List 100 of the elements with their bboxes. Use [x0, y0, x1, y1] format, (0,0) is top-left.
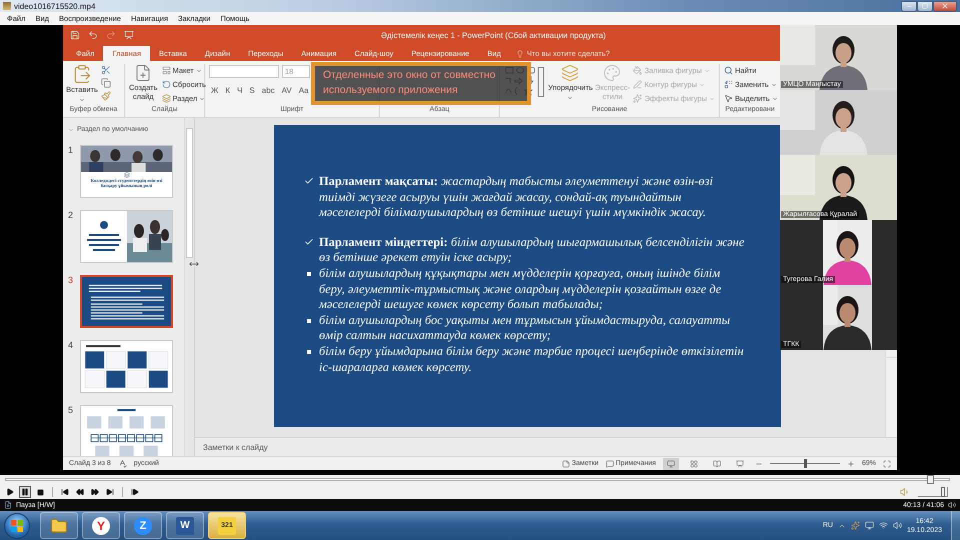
caret-icon [698, 82, 705, 88]
slide-number: 5 [68, 405, 74, 417]
taskbar-app-button[interactable]: Y [82, 512, 120, 539]
seek-thumb[interactable] [927, 475, 934, 484]
network-icon[interactable] [864, 521, 874, 530]
frame-step-button[interactable] [129, 486, 141, 498]
square-icon [36, 488, 44, 496]
window-title: video1016715520.mp4 [14, 2, 96, 10]
skip-back-icon [61, 488, 69, 496]
caret-icon [770, 82, 777, 88]
check-icon [304, 236, 314, 247]
bullet-text: білім беру ұйымдарына білім беру және тәрбие процесі шеңберінде өткізілетін іс-шараларға көмек көрсету. [319, 344, 745, 376]
slider-thumb[interactable] [804, 459, 807, 468]
pause-icon [21, 488, 29, 496]
volume-slider[interactable] [918, 487, 948, 497]
overlay-message: Отделенные это окно от совместно используемого приложения [323, 68, 496, 98]
taskbar-app-button[interactable]: W [166, 512, 204, 539]
format-button[interactable]: AV [280, 84, 294, 96]
bullet-text: Парламент міндеттері: білім алушылардың шығармашылық белсенділігін және өз бетінше әрекет етуін іске асыру; [319, 234, 745, 266]
search-icon [724, 66, 733, 75]
layers-icon [561, 64, 580, 82]
caret-icon [196, 68, 202, 74]
slide-number: 1 [68, 145, 74, 157]
save-icon[interactable] [70, 30, 80, 40]
app-logo: Z [134, 516, 152, 534]
paintbrush-icon[interactable] [101, 91, 111, 101]
fast-forward-icon [91, 488, 99, 496]
note-icon [562, 460, 570, 468]
volume-icon[interactable] [892, 521, 902, 530]
caret-icon [79, 96, 85, 102]
format-button[interactable]: Aa [296, 84, 311, 96]
sparkles-icon [633, 94, 642, 103]
slide-icon [124, 172, 130, 178]
close-button[interactable] [933, 0, 957, 12]
minimize-button[interactable] [901, 0, 917, 12]
slide-number: 4 [68, 340, 74, 352]
app-logo: Y [92, 516, 110, 534]
font-name-field[interactable] [209, 65, 279, 78]
layers-icon [162, 94, 171, 103]
app-icon [3, 2, 11, 10]
notes-field[interactable]: Заметки к слайду [195, 437, 897, 456]
bullet-text: білім алушылардың бос уақыты мен тұрмысын ұйымдастыруда, салауатты өмір салтын насихаттауда көмек көрсету; [319, 312, 731, 344]
square-icon [922, 3, 928, 9]
caret-icon [704, 68, 710, 74]
undo-icon[interactable] [88, 30, 98, 40]
caret-icon [772, 96, 778, 102]
normal-view-button[interactable] [662, 458, 679, 470]
copy-icon[interactable] [101, 78, 111, 88]
book-icon [712, 460, 721, 468]
format-button[interactable]: Ч [235, 84, 244, 96]
paint-bucket-icon [633, 66, 642, 75]
rewind-button[interactable] [74, 486, 86, 498]
wifi-icon[interactable] [878, 521, 888, 530]
caret-icon [199, 96, 206, 102]
zoom-in-icon[interactable] [846, 460, 855, 468]
bullet-icon [307, 350, 311, 354]
document-plus-icon [134, 64, 152, 82]
spellcheck-icon [118, 459, 127, 468]
presentation-icon[interactable] [124, 30, 134, 40]
previous-button[interactable] [59, 486, 71, 498]
start-button[interactable] [4, 512, 30, 538]
bullet-text: Парламент мақсаты: жастардың табысты әлеуметтенуі және өзін-өзі тиімді жүзеге асыруы үшін жағдай жасау, сондай-ақ туындайтын мәселелерді білімалушылардың өз бетінше шешуі үшін мүмкіндік жасау. [319, 174, 714, 221]
slide-number: 2 [68, 210, 74, 222]
scrollbar[interactable] [184, 118, 194, 456]
folder-icon [50, 516, 68, 534]
presentation-icon [736, 460, 744, 468]
taskbar-app-button[interactable] [40, 512, 78, 539]
tray-app-icon[interactable] [850, 521, 860, 530]
format-button[interactable]: Ж [209, 84, 220, 96]
scissors-icon[interactable] [101, 65, 111, 75]
play-icon [6, 488, 14, 496]
bullet-icon [307, 318, 311, 323]
format-button[interactable]: abc [260, 84, 277, 96]
grid-icon [690, 460, 698, 468]
bullet-icon [307, 272, 311, 276]
show-desktop-button[interactable] [951, 511, 960, 540]
lightbulb-icon [516, 50, 524, 58]
pause-button[interactable] [19, 486, 31, 498]
layout-icon [162, 66, 171, 75]
format-button[interactable]: К [223, 84, 232, 96]
maximize-button[interactable] [917, 0, 933, 12]
document-title: Әдістемелік кеңес 1 - PowerPoint (Сбой активации продукта) [381, 30, 606, 40]
volume-icon [948, 501, 956, 509]
fit-slide-icon[interactable] [883, 460, 891, 468]
clipboard-icon [72, 64, 92, 84]
format-button[interactable]: S [247, 84, 257, 96]
caret-icon [709, 96, 715, 102]
monitor-icon [666, 460, 675, 468]
bullet-text: білім алушылардың құқықтары мен мүдделерін қорғауға, оның ішінде білім беру, әлеуметтік-тұрмыстық және олардың мүдделерін қозғайтын өзге де мәселелерді шешуге көмек көрсету болып табылады; [319, 266, 722, 313]
slide-thumbnail[interactable] [80, 210, 173, 263]
cursor-icon [724, 94, 733, 103]
palette-icon [603, 64, 622, 82]
windows-logo-icon [11, 520, 23, 532]
next-button[interactable] [104, 486, 116, 498]
check-icon [304, 176, 314, 186]
caret-icon [567, 94, 574, 100]
reset-icon [162, 80, 171, 89]
comment-icon [606, 460, 614, 468]
fast-forward-button[interactable] [89, 486, 101, 498]
volume-thumb[interactable] [940, 487, 945, 497]
